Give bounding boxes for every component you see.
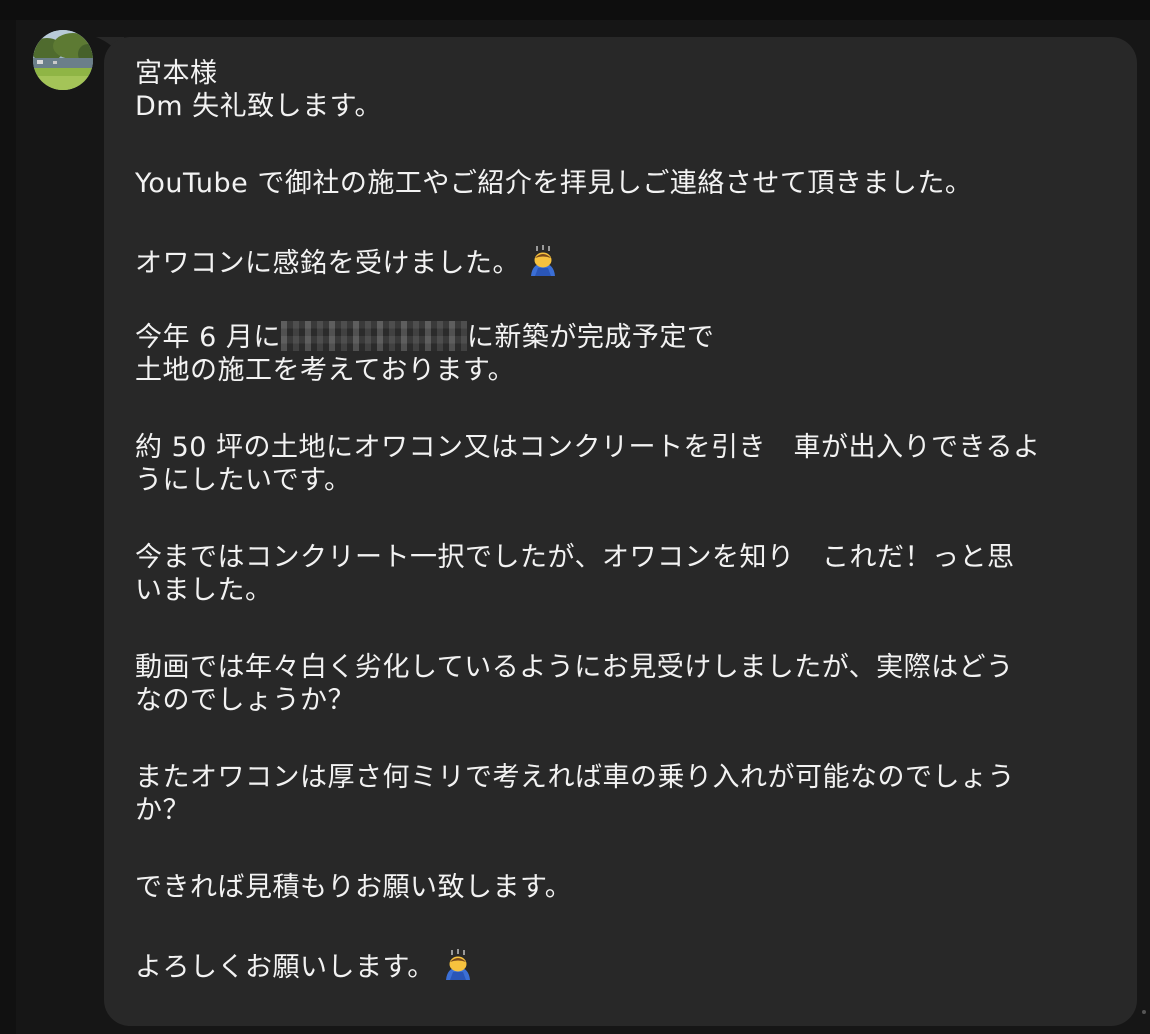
message-greeting: 宮本様: [135, 58, 218, 89]
message-line-until-2: いました。: [135, 575, 273, 606]
message-line-video-1: 動画では年々白く劣化しているようにお見受けしましたが、実際はどう: [135, 652, 1014, 683]
bowing-person-icon: [526, 244, 560, 286]
message-line-june-after: に新築が完成予定で: [466, 322, 715, 353]
bowing-person-icon: [441, 948, 475, 990]
message-line-thick-2: か？: [135, 795, 190, 826]
message-line-estimate: できれば見積もりお願い致します。: [135, 872, 573, 903]
left-edge: [0, 20, 16, 1034]
message-line-video-2: なのでしょうか？: [135, 685, 355, 716]
scroll-indicator[interactable]: [1142, 1010, 1146, 1014]
message-line-june-before: 今年 6 月に: [135, 322, 281, 353]
sender-avatar[interactable]: [33, 30, 93, 90]
message-line-thick-1: またオワコンは厚さ何ミリで考えれば車の乗り入れが可能なのでしょう: [135, 762, 1015, 793]
message-line-regards: よろしくお願いします。: [135, 948, 1117, 983]
message-line-regards-text: よろしくお願いします。: [135, 952, 435, 983]
message-line-impressed-text: オワコンに感銘を受けました。: [135, 248, 520, 279]
message-line-impressed: オワコンに感銘を受けました。: [135, 244, 1117, 279]
message-line-june: 今年 6 月に に新築が完成予定で: [135, 321, 1117, 354]
message-line-50-2: うにしたいです。: [135, 465, 352, 496]
park-photo-avatar-icon: [33, 30, 93, 90]
top-bar: [0, 0, 1150, 20]
message-line-dm: Dm 失礼致します。: [135, 91, 382, 122]
message-bubble[interactable]: 宮本様 Dm 失礼致します。 YouTube で御社の施工やご紹介を拝見しご連絡…: [104, 37, 1137, 1026]
redacted-location: [280, 321, 467, 351]
message-line-youtube: YouTube で御社の施工やご紹介を拝見しご連絡させて頂きました。: [135, 168, 973, 199]
message-line-until-1: 今まではコンクリート一択でしたが、オワコンを知り これだ！っと思: [135, 542, 1015, 573]
message-line-50-1: 約 50 坪の土地にオワコン又はコンクリートを引き 車が出入りできるよ: [135, 432, 1041, 463]
message-line-land: 土地の施工を考えております。: [135, 355, 516, 386]
dm-conversation-view: 宮本様 Dm 失礼致します。 YouTube で御社の施工やご紹介を拝見しご連絡…: [0, 0, 1150, 1034]
